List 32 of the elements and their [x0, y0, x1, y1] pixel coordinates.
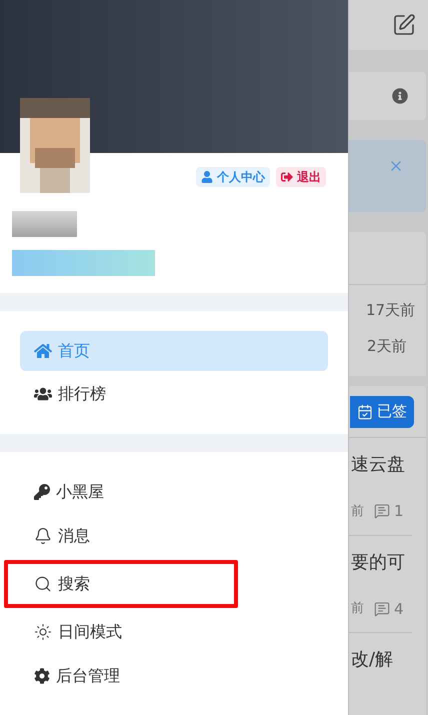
- gear-icon: [34, 668, 50, 684]
- time-label: 2天前: [366, 336, 408, 357]
- bell-icon: [34, 527, 52, 545]
- menu-item[interactable]: 排行榜: [20, 374, 328, 414]
- comment-icon: [374, 600, 390, 617]
- menu-item[interactable]: 后台管理: [20, 656, 328, 696]
- info-icon[interactable]: [392, 88, 408, 104]
- comment-count: 4: [394, 598, 404, 620]
- menu-item[interactable]: 小黑屋: [20, 472, 328, 512]
- edit-icon[interactable]: [392, 13, 416, 37]
- post-title: 改/解: [351, 648, 394, 672]
- user-icon: [201, 171, 213, 183]
- redacted-name: [12, 211, 77, 237]
- menu-item[interactable]: 搜索: [20, 564, 222, 604]
- menu-item[interactable]: 消息: [20, 516, 328, 556]
- signed-button[interactable]: 已签: [350, 396, 414, 428]
- logout-button[interactable]: 退出: [276, 167, 326, 187]
- calendar-icon: [357, 404, 373, 420]
- post-time: 前: [351, 600, 364, 618]
- time-label: 17天前: [365, 300, 416, 321]
- logout-icon: [281, 171, 293, 183]
- post-title: 速云盘: [351, 453, 406, 477]
- menu-item[interactable]: 日间模式: [20, 612, 328, 652]
- comment-icon: [374, 503, 390, 520]
- home-icon: [34, 342, 52, 360]
- search-icon: [34, 575, 52, 593]
- post-title: 要的可: [351, 550, 406, 574]
- users-icon: [34, 385, 52, 403]
- comment-count: 1: [394, 501, 404, 522]
- post-time: 前: [351, 502, 364, 520]
- sun-icon: [34, 623, 52, 641]
- key-icon: [34, 484, 50, 500]
